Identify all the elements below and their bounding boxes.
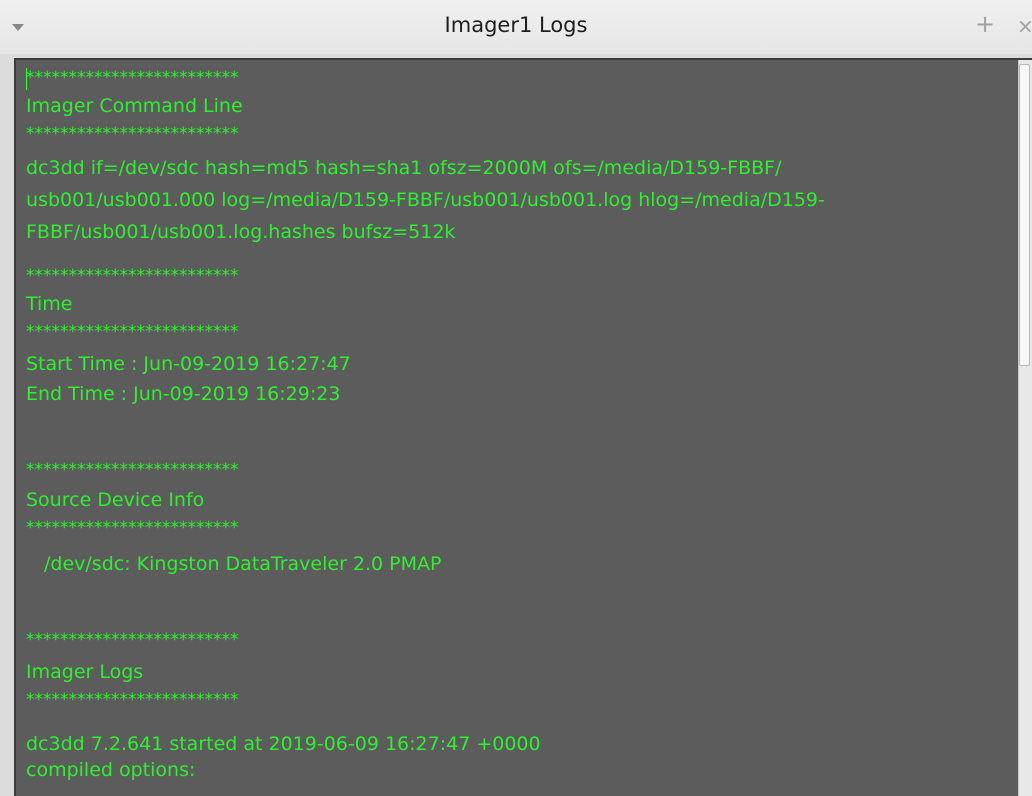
end-time-text: End Time : Jun-09-2019 16:29:23 (26, 383, 341, 405)
separator-line: ************************* (26, 460, 239, 480)
imager-log-text: dc3dd 7.2.641 started at 2019-06-09 16:2… (26, 733, 541, 755)
separator-line: ************************* (26, 518, 239, 538)
section-header-command-line: Imager Command Line (26, 95, 243, 117)
command-line-text: FBBF/usb001/usb001.log.hashes bufsz=512k (26, 221, 456, 243)
source-device-text: /dev/sdc: Kingston DataTraveler 2.0 PMAP (44, 553, 442, 575)
section-header-source-device: Source Device Info (26, 489, 205, 511)
vertical-scrollbar[interactable] (1018, 60, 1032, 796)
imager-logs-window: Imager1 Logs + × ***********************… (0, 0, 1032, 796)
title-bar: Imager1 Logs + × (0, 0, 1032, 54)
log-text-area[interactable]: ************************* Imager Command… (16, 60, 1019, 796)
separator-line: ************************* (26, 630, 239, 650)
start-time-text: Start Time : Jun-09-2019 16:27:47 (26, 353, 351, 375)
close-button[interactable]: × (1017, 14, 1032, 38)
section-header-time: Time (26, 293, 73, 315)
command-line-text: usb001/usb001.000 log=/media/D159-FBBF/u… (26, 189, 825, 211)
section-header-imager-logs: Imager Logs (26, 661, 144, 683)
log-panel: ************************* Imager Command… (14, 58, 1032, 796)
separator-line: ************************* (26, 690, 239, 710)
float-button[interactable]: + (975, 12, 995, 36)
separator-line: ************************* (26, 266, 239, 286)
command-line-text: dc3dd if=/dev/sdc hash=md5 hash=sha1 ofs… (26, 157, 782, 179)
separator-line: ************************* (26, 68, 239, 88)
scrollbar-thumb[interactable] (1019, 64, 1030, 366)
separator-line: ************************* (26, 322, 239, 342)
separator-line: ************************* (26, 124, 239, 144)
imager-log-text: compiled options: (26, 759, 196, 781)
window-title: Imager1 Logs (444, 13, 588, 37)
